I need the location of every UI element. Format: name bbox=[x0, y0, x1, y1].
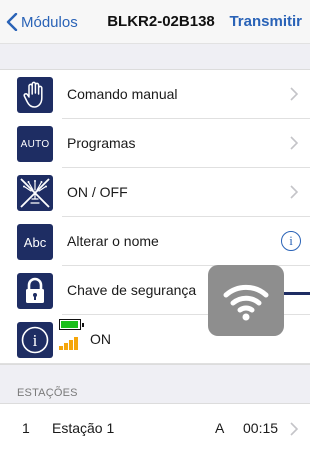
station-duration: 00:15 bbox=[243, 420, 279, 436]
stations-section-header: ESTAÇÕES bbox=[0, 364, 310, 404]
battery-icon bbox=[59, 319, 84, 330]
menu-item-label: Comando manual bbox=[67, 86, 178, 102]
auto-icon: AUTO bbox=[17, 126, 53, 162]
padlock-icon bbox=[17, 273, 53, 309]
menu-item-programs[interactable]: AUTO Programas bbox=[0, 119, 310, 168]
chevron-right-icon bbox=[290, 185, 298, 199]
wifi-icon bbox=[223, 284, 269, 320]
status-indicators bbox=[59, 317, 85, 357]
menu-item-label: Alterar o nome bbox=[67, 233, 159, 249]
station-number: 1 bbox=[22, 420, 30, 436]
navigation-bar: Módulos BLKR2-02B138 Transmitir bbox=[0, 0, 310, 44]
info-icon: i bbox=[17, 322, 53, 358]
transmit-indicator-line bbox=[284, 292, 310, 295]
chevron-right-icon bbox=[290, 422, 298, 436]
hand-icon bbox=[17, 77, 53, 113]
section-title: ESTAÇÕES bbox=[17, 387, 78, 399]
abc-icon: Abc bbox=[17, 224, 53, 260]
menu-item-label: Programas bbox=[67, 135, 136, 151]
chevron-right-icon bbox=[290, 136, 298, 150]
station-name: Estação 1 bbox=[52, 420, 115, 436]
menu-item-manual-command[interactable]: Comando manual bbox=[0, 70, 310, 119]
sprinkler-off-icon bbox=[17, 175, 53, 211]
chevron-right-icon bbox=[290, 87, 298, 101]
transmit-button[interactable]: Transmitir bbox=[229, 13, 302, 30]
svg-text:i: i bbox=[33, 331, 38, 350]
info-button[interactable]: i bbox=[281, 231, 301, 251]
top-spacer bbox=[0, 44, 310, 70]
station-program: A bbox=[215, 420, 225, 436]
signal-strength-icon bbox=[59, 337, 78, 350]
menu-item-rename[interactable]: Abc Alterar o nome i bbox=[0, 217, 310, 266]
menu-item-label: ON / OFF bbox=[67, 184, 128, 200]
menu-item-on-off[interactable]: ON / OFF bbox=[0, 168, 310, 217]
status-label: ON bbox=[90, 331, 111, 347]
menu-item-label: Chave de segurança bbox=[67, 282, 197, 298]
wifi-transmit-overlay bbox=[208, 265, 284, 336]
station-row[interactable]: 1 Estação 1 A 00:15 bbox=[0, 404, 310, 450]
